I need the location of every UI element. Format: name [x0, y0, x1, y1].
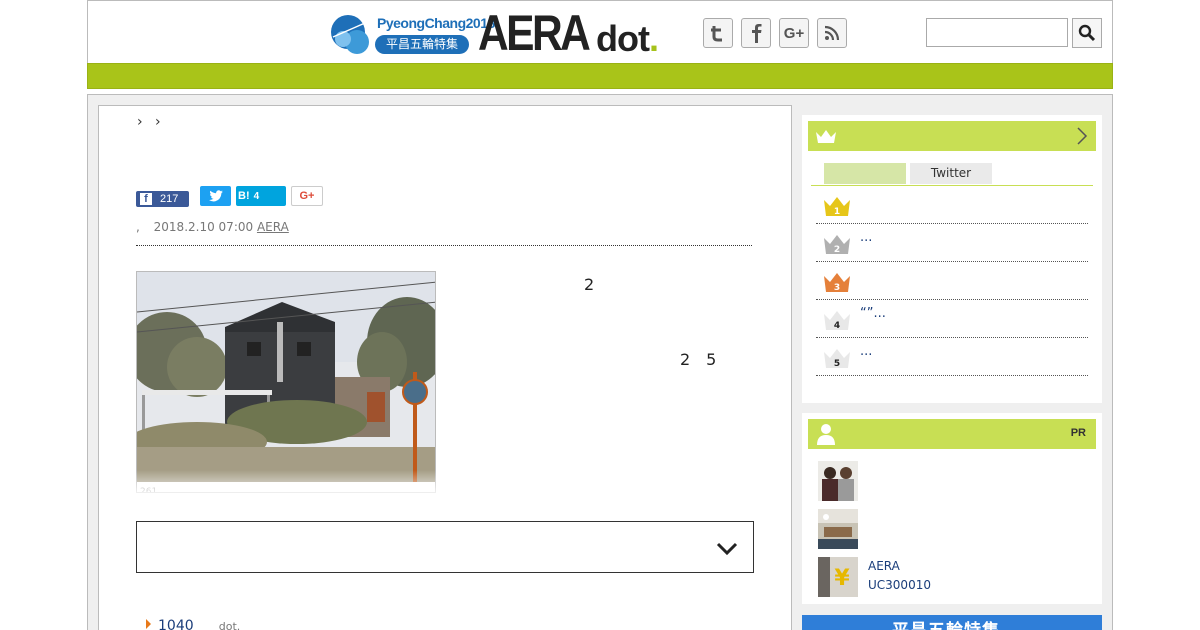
- svg-text:2: 2: [834, 245, 840, 255]
- article-line: [456, 397, 752, 422]
- olympic-circles-icon: [331, 15, 369, 54]
- main-nav-bar: [87, 63, 1113, 89]
- search-icon: [1078, 24, 1096, 42]
- pr-thumb-yen-image: ¥: [818, 557, 858, 597]
- article-line: [456, 372, 752, 397]
- google-plus-button[interactable]: G+: [779, 18, 809, 48]
- pr-thumbnail-3[interactable]: ¥: [818, 557, 858, 597]
- pr-header: PR: [808, 419, 1096, 449]
- rss-button[interactable]: [817, 18, 847, 48]
- article-body: 2 2 5: [456, 272, 752, 497]
- search-input[interactable]: [926, 18, 1068, 47]
- svg-text:5: 5: [834, 359, 840, 369]
- tab-ranking-twitter[interactable]: Twitter: [910, 163, 992, 184]
- twitter-share-button[interactable]: [200, 186, 231, 206]
- meta-divider: [136, 245, 752, 246]
- hatena-bookmark-button[interactable]: B! 4: [236, 186, 286, 206]
- ranking-item-2[interactable]: 2 ...: [816, 224, 1088, 262]
- chevron-down-icon: [716, 542, 738, 556]
- person-icon: [817, 424, 835, 445]
- ranking-item-5[interactable]: 5 ...: [816, 338, 1088, 376]
- article-line: [456, 447, 752, 472]
- site-header: PyeongChang2018 平昌五輪特集 AERA dot. G+: [87, 0, 1113, 63]
- read-more-button[interactable]: [136, 521, 754, 573]
- meta-separator: ,: [136, 220, 140, 234]
- article-meta: , 2018.2.10 07:00 AERA: [136, 220, 289, 234]
- google-plus-icon: G+: [783, 24, 805, 42]
- article-photo[interactable]: 261: [136, 271, 436, 493]
- facebook-icon: [752, 24, 762, 43]
- facebook-share-count: 217: [160, 193, 179, 205]
- facebook-share-button[interactable]: f 217: [136, 191, 189, 207]
- twitter-icon: [711, 26, 722, 42]
- page: PyeongChang2018 平昌五輪特集 AERA dot. G+ › ›: [0, 0, 1200, 630]
- article-line: [456, 297, 752, 322]
- article-fade: [136, 470, 756, 500]
- related-count: 1040: [158, 618, 194, 630]
- pr-thumbnail-1[interactable]: [818, 461, 858, 501]
- ranking-item-text: ...: [860, 344, 873, 359]
- burned-house-photo: [137, 272, 435, 482]
- hatena-icon: B!: [238, 190, 250, 202]
- crown-rank-4-icon: 4: [824, 311, 850, 331]
- ranking-header[interactable]: [808, 121, 1096, 151]
- brand-aera: AERA: [478, 5, 591, 61]
- ranking-item-1[interactable]: 1: [816, 186, 1088, 224]
- pr-label: PR: [1070, 427, 1086, 439]
- google-plus-share-button[interactable]: G+: [291, 186, 323, 206]
- twitter-button[interactable]: [703, 18, 733, 48]
- breadcrumb[interactable]: › ›: [137, 114, 165, 130]
- related-link[interactable]: 1040 dot.: [146, 615, 240, 630]
- ranking-item-4[interactable]: 4 “”...: [816, 300, 1088, 338]
- banner-text: 平昌五輪特集: [892, 616, 1000, 630]
- twitter-bird-icon: [208, 190, 223, 202]
- brand-dot: dot.: [596, 18, 659, 59]
- pyeongchang-logo[interactable]: PyeongChang2018 平昌五輪特集: [329, 13, 495, 55]
- article-source-link[interactable]: AERA: [257, 220, 289, 234]
- olympic-badge: 平昌五輪特集: [375, 35, 469, 54]
- ranking-item-text: ...: [860, 230, 873, 245]
- article-line: [456, 422, 752, 447]
- crown-rank-2-icon: 2: [824, 235, 850, 255]
- aera-dot-logo[interactable]: AERA dot.: [478, 5, 659, 61]
- crown-rank-1-icon: 1: [824, 197, 850, 217]
- triangle-right-icon: [146, 619, 151, 629]
- pr-thumb-people-image: [818, 461, 858, 501]
- article-line: 2 5: [680, 350, 717, 369]
- chevron-right-icon: [1077, 127, 1088, 145]
- svg-text:4: 4: [834, 321, 840, 331]
- pr-text-3[interactable]: AERA UC300010: [868, 557, 931, 595]
- pr-thumb-office-image: [818, 509, 858, 549]
- crown-icon: [816, 130, 836, 143]
- svg-text:1: 1: [834, 207, 840, 217]
- pr-panel: PR ¥ AERA UC300010: [802, 413, 1102, 604]
- rss-icon: [824, 25, 840, 41]
- article-date: 2018.2.10 07:00: [153, 220, 254, 234]
- ranking-item-text: “”...: [860, 306, 886, 321]
- ranking-panel: Twitter 1 2 ... 3 4 “”... 5 ...: [802, 115, 1102, 403]
- svg-text:3: 3: [834, 283, 840, 293]
- tab-ranking-default[interactable]: [824, 163, 906, 184]
- brand-dot-mark: .: [648, 18, 659, 59]
- google-plus-icon: G+: [299, 190, 315, 202]
- facebook-button[interactable]: [741, 18, 771, 48]
- brand-dot-text: dot: [596, 18, 650, 59]
- pr-text-line: UC300010: [868, 578, 931, 592]
- related-source: dot.: [218, 620, 241, 630]
- pr-text-line: AERA: [868, 559, 900, 573]
- article-line: 2: [584, 275, 595, 294]
- search-button[interactable]: [1072, 18, 1102, 48]
- svg-text:¥: ¥: [834, 566, 850, 591]
- hatena-count: 4: [253, 190, 260, 202]
- article-line: [456, 322, 752, 347]
- facebook-icon: f: [140, 193, 152, 205]
- pyeongchang-banner[interactable]: 平昌五輪特集: [802, 615, 1102, 630]
- ranking-item-3[interactable]: 3: [816, 262, 1088, 300]
- pr-thumbnail-2[interactable]: [818, 509, 858, 549]
- crown-rank-5-icon: 5: [824, 349, 850, 369]
- crown-rank-3-icon: 3: [824, 273, 850, 293]
